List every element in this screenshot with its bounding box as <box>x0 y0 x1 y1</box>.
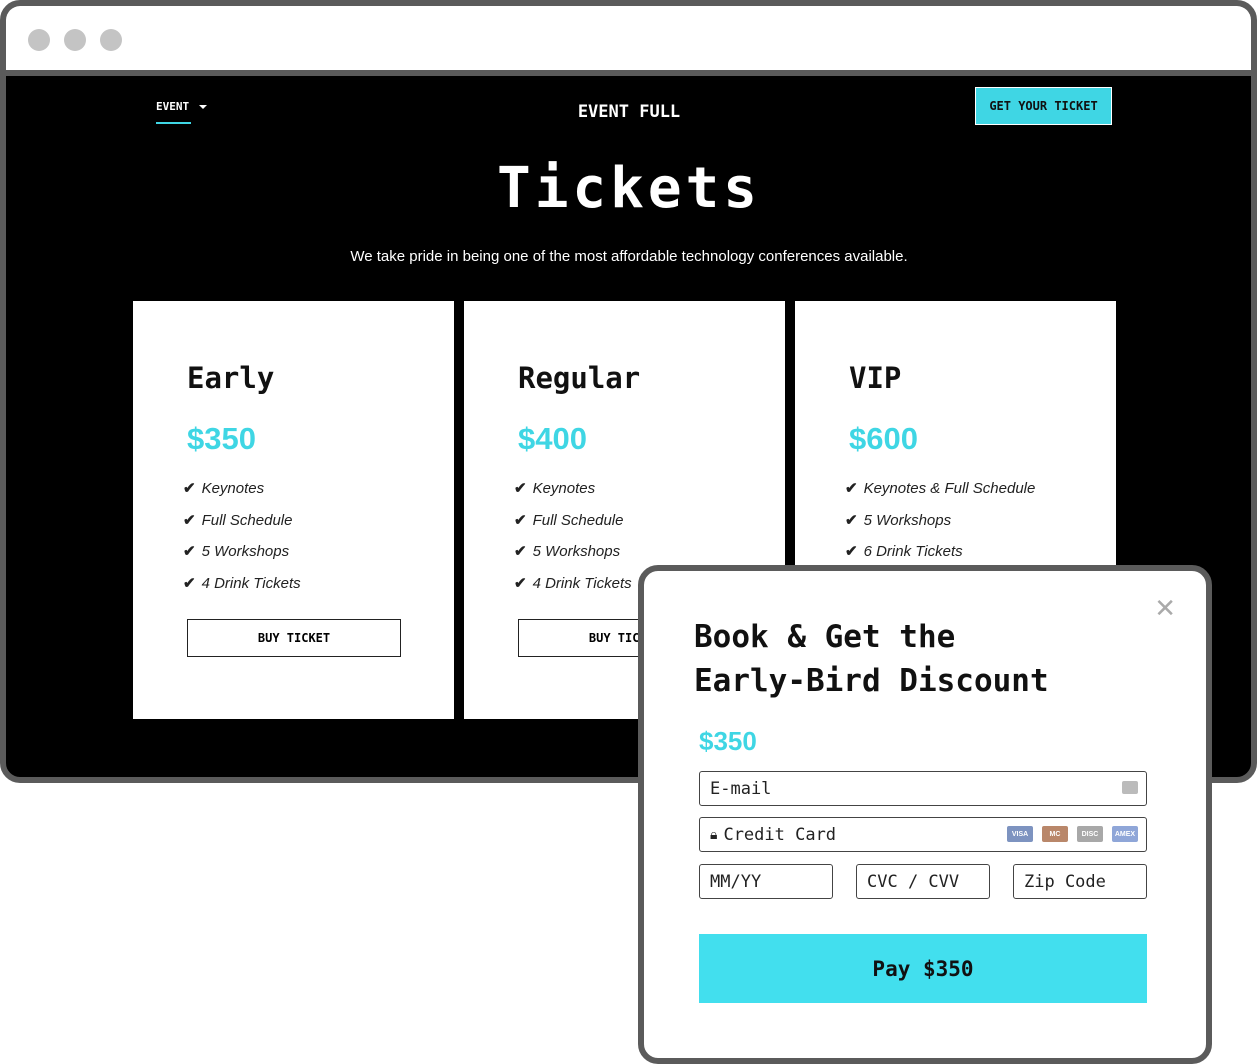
expiry-field[interactable]: MM/YY <box>699 864 833 899</box>
check-icon: ✔ <box>514 574 527 592</box>
lock-icon: 🔒︎ <box>710 826 718 843</box>
title-bar <box>6 6 1251 76</box>
discover-icon: DISC <box>1077 826 1103 842</box>
get-ticket-button[interactable]: GET YOUR TICKET <box>975 87 1112 125</box>
visa-icon: VISA <box>1007 826 1033 842</box>
amex-icon: AMEX <box>1112 826 1138 842</box>
cvc-field[interactable]: CVC / CVV <box>856 864 990 899</box>
window-maximize-dot[interactable] <box>100 29 122 51</box>
check-icon: ✔ <box>183 574 196 592</box>
feature-item: ✔ Full Schedule <box>183 511 293 529</box>
zip-field[interactable]: Zip Code <box>1013 864 1147 899</box>
page-title: Tickets <box>496 156 761 221</box>
check-icon: ✔ <box>183 480 196 497</box>
check-icon: ✔ <box>845 543 858 560</box>
check-icon: ✔ <box>183 543 196 560</box>
feature-item: ✔ Keynotes & Full Schedule <box>845 480 1036 497</box>
feature-item: ✔ Keynotes <box>183 480 265 497</box>
tier-name: Early <box>187 361 275 395</box>
feature-list: ✔ Keynotes ✔ Full Schedule ✔ 5 Workshops ✔ 4 Dr… <box>183 479 454 605</box>
check-icon: ✔ <box>514 543 527 560</box>
active-underline <box>156 122 191 124</box>
email-field[interactable]: E-mail <box>699 771 1147 806</box>
tier-price: $400 <box>518 421 587 456</box>
modal-price: $350 <box>699 726 757 756</box>
pay-button[interactable]: Pay $350 <box>699 934 1147 1003</box>
credit-card-field[interactable]: 🔒︎ Credit Card VISA MC DISC AMEX <box>699 817 1147 852</box>
check-icon: ✔ <box>845 480 858 497</box>
feature-item: ✔ 5 Workshops <box>183 543 290 560</box>
modal-title: Book & Get the Early-Bird Discount <box>694 619 1049 699</box>
feature-item: ✔ 4 Drink Tickets <box>183 574 301 592</box>
contact-card-icon <box>1122 781 1138 794</box>
feature-list: ✔ Keynotes & Full Schedule ✔ 5 Workshops ✔ 6 … <box>845 479 1116 574</box>
tier-price: $350 <box>187 421 256 456</box>
feature-item: ✔ Full Schedule <box>514 511 624 529</box>
check-icon: ✔ <box>183 511 196 529</box>
buy-ticket-button[interactable]: BUY TICKET <box>187 619 401 657</box>
window-close-dot[interactable] <box>28 29 50 51</box>
close-icon[interactable]: ✕ <box>1154 593 1176 624</box>
tier-name: VIP <box>849 361 902 395</box>
ticket-card-early: Early $350 ✔ Keynotes ✔ Full Schedule ✔ 5 Wor… <box>133 301 454 719</box>
tier-price: $600 <box>849 421 918 456</box>
check-icon: ✔ <box>514 480 527 497</box>
check-icon: ✔ <box>845 511 858 529</box>
window-minimize-dot[interactable] <box>64 29 86 51</box>
mastercard-icon: MC <box>1042 826 1068 842</box>
feature-item: ✔ Keynotes <box>514 480 596 497</box>
check-icon: ✔ <box>514 511 527 529</box>
tier-name: Regular <box>518 361 641 395</box>
subtitle: We take pride in being one of the most a… <box>350 248 908 265</box>
feature-item: ✔ 5 Workshops <box>845 511 952 529</box>
booking-modal: ✕ Book & Get the Early-Bird Discount $350… <box>638 565 1212 1064</box>
